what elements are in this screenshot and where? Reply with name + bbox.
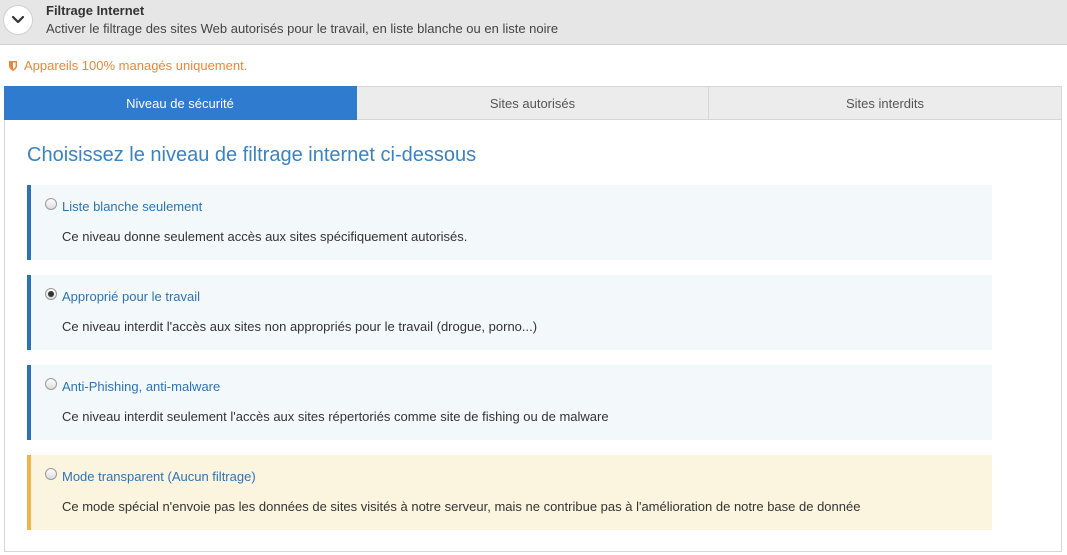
- option-work-appropriate[interactable]: Approprié pour le travail Ce niveau inte…: [27, 275, 992, 350]
- option-label[interactable]: Mode transparent (Aucun filtrage): [62, 469, 256, 484]
- option-transparent-mode[interactable]: Mode transparent (Aucun filtrage) Ce mod…: [27, 455, 992, 530]
- section-header: Filtrage Internet Activer le filtrage de…: [0, 0, 1067, 45]
- radio-anti-phishing[interactable]: [45, 378, 57, 390]
- option-label[interactable]: Liste blanche seulement: [62, 199, 202, 214]
- warning-text: Appareils 100% managés uniquement.: [24, 58, 248, 73]
- option-anti-phishing[interactable]: Anti-Phishing, anti-malware Ce niveau in…: [27, 365, 992, 440]
- panel-title: Choisissez le niveau de filtrage interne…: [27, 144, 477, 166]
- radio-transparent-mode[interactable]: [45, 468, 57, 480]
- radio-whitelist-only[interactable]: [45, 198, 57, 210]
- option-description: Ce mode spécial n'envoie pas les données…: [62, 499, 861, 514]
- section-title: Filtrage Internet: [46, 3, 145, 18]
- radio-work-appropriate[interactable]: [45, 288, 57, 300]
- section-subtitle: Activer le filtrage des sites Web autori…: [46, 21, 559, 36]
- tab-security-level[interactable]: Niveau de sécurité: [4, 86, 357, 120]
- tab-allowed-sites[interactable]: Sites autorisés: [357, 86, 709, 120]
- option-whitelist-only[interactable]: Liste blanche seulement Ce niveau donne …: [27, 185, 992, 260]
- filter-tabs: Niveau de sécurité Sites autorisés Sites…: [4, 86, 1062, 120]
- option-label[interactable]: Anti-Phishing, anti-malware: [62, 379, 220, 394]
- collapse-toggle-button[interactable]: [3, 5, 33, 35]
- option-description: Ce niveau interdit l'accès aux sites non…: [62, 319, 538, 334]
- shield-icon: [9, 60, 17, 71]
- option-label[interactable]: Approprié pour le travail: [62, 289, 200, 304]
- option-description: Ce niveau donne seulement accès aux site…: [62, 229, 468, 244]
- managed-devices-warning: Appareils 100% managés uniquement.: [8, 58, 247, 73]
- security-level-panel: Choisissez le niveau de filtrage interne…: [4, 120, 1062, 552]
- chevron-down-icon: [11, 15, 25, 24]
- option-description: Ce niveau interdit seulement l'accès aux…: [62, 409, 609, 424]
- tab-blocked-sites[interactable]: Sites interdits: [709, 86, 1062, 120]
